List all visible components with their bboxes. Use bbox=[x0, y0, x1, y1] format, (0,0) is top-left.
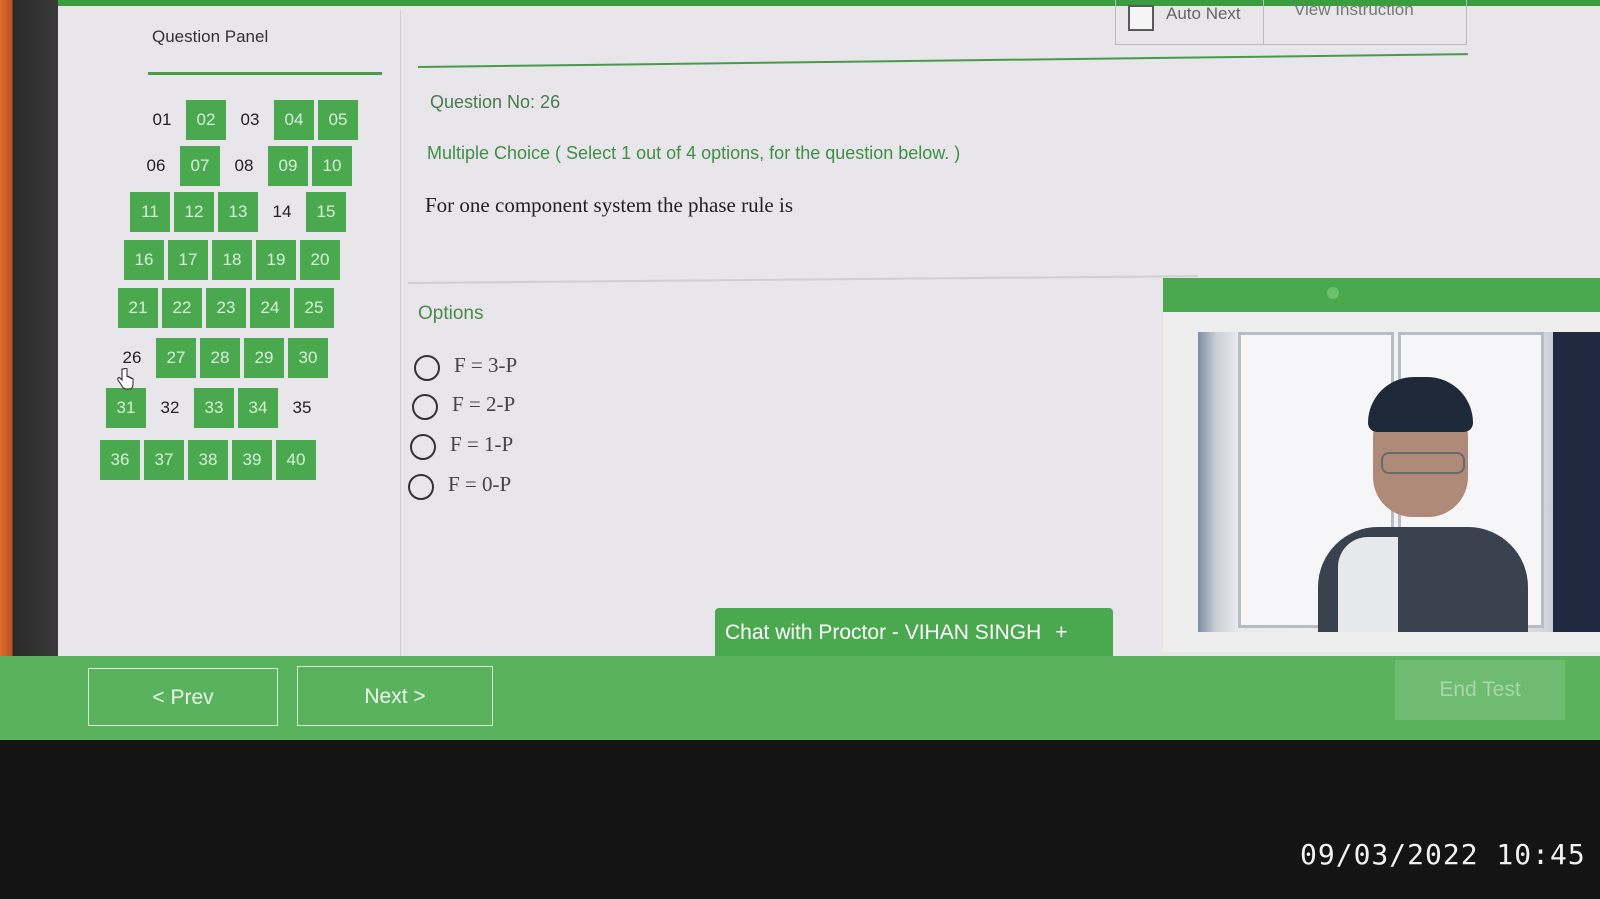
end-test-button[interactable]: End Test bbox=[1395, 660, 1565, 720]
question-nav-button[interactable]: 09 bbox=[268, 146, 308, 186]
question-nav-button[interactable]: 12 bbox=[174, 192, 214, 232]
auto-next-checkbox[interactable] bbox=[1128, 5, 1154, 31]
question-panel-title: Question Panel bbox=[152, 27, 269, 46]
header-control-divider bbox=[1263, 0, 1264, 44]
question-nav-button[interactable]: 18 bbox=[212, 240, 252, 280]
question-nav-button[interactable]: 13 bbox=[218, 192, 258, 232]
question-nav-button[interactable]: 29 bbox=[244, 338, 284, 378]
question-nav-button[interactable]: 25 bbox=[294, 288, 334, 328]
question-nav-button[interactable]: 15 bbox=[306, 192, 346, 232]
question-nav-button[interactable]: 34 bbox=[238, 388, 278, 428]
auto-next-label[interactable]: Auto Next bbox=[1166, 4, 1241, 24]
question-panel: Question Panel 01 02 03 04 05 06 07 08 09 10 11 12 1… bbox=[90, 10, 401, 660]
option-label[interactable]: F = 2-P bbox=[452, 392, 515, 417]
question-nav-button[interactable]: 27 bbox=[156, 338, 196, 378]
webcam-panel bbox=[1163, 312, 1600, 652]
photo-timestamp: 09/03/2022 10:45 bbox=[1300, 838, 1586, 871]
question-nav-button[interactable]: 22 bbox=[162, 288, 202, 328]
question-nav-button[interactable]: 10 bbox=[312, 146, 352, 186]
question-nav-button[interactable]: 01 bbox=[142, 100, 182, 140]
question-nav-button[interactable]: 16 bbox=[124, 240, 164, 280]
question-nav-button[interactable]: 04 bbox=[274, 100, 314, 140]
exam-screen: Question Panel 01 02 03 04 05 06 07 08 09 10 11 12 1… bbox=[0, 0, 1600, 740]
question-nav-button[interactable]: 06 bbox=[136, 146, 176, 186]
question-nav-button[interactable]: 14 bbox=[262, 192, 302, 232]
option-label[interactable]: F = 3-P bbox=[454, 353, 517, 378]
radio-icon[interactable] bbox=[410, 434, 436, 460]
question-nav-button[interactable]: 19 bbox=[256, 240, 296, 280]
question-nav-button[interactable]: 08 bbox=[224, 146, 264, 186]
question-number: Question No: 26 bbox=[430, 92, 561, 112]
option-label[interactable]: F = 1-P bbox=[450, 432, 513, 457]
options-title: Options bbox=[418, 303, 484, 324]
question-nav-button[interactable]: 35 bbox=[282, 388, 322, 428]
question-nav-button[interactable]: 37 bbox=[144, 440, 184, 480]
background-chair bbox=[1553, 332, 1600, 632]
hand-cursor-icon bbox=[117, 368, 134, 390]
question-nav-button[interactable]: 28 bbox=[200, 338, 240, 378]
question-nav-button[interactable]: 23 bbox=[206, 288, 246, 328]
question-nav-button[interactable]: 31 bbox=[106, 388, 146, 428]
question-separator bbox=[407, 275, 1198, 284]
webcam-handle-icon bbox=[1327, 287, 1339, 299]
webcam-video bbox=[1198, 332, 1600, 632]
question-nav-button[interactable]: 32 bbox=[150, 388, 190, 428]
question-nav-button[interactable]: 33 bbox=[194, 388, 234, 428]
question-nav-button[interactable]: 20 bbox=[300, 240, 340, 280]
question-nav-button[interactable]: 03 bbox=[230, 100, 270, 140]
question-text: For one component system the phase rule … bbox=[425, 193, 794, 217]
plus-icon[interactable]: + bbox=[1055, 621, 1067, 644]
question-nav-button[interactable]: 38 bbox=[188, 440, 228, 480]
question-nav-button[interactable]: 02 bbox=[186, 100, 226, 140]
question-nav-button[interactable]: 11 bbox=[130, 192, 170, 232]
chat-with-proctor-button[interactable]: Chat with Proctor - VIHAN SINGH + bbox=[715, 608, 1113, 656]
question-nav-button[interactable]: 39 bbox=[232, 440, 272, 480]
header-divider bbox=[417, 53, 1468, 68]
question-nav-button[interactable]: 07 bbox=[180, 146, 220, 186]
question-type: Multiple Choice ( Select 1 out of 4 opti… bbox=[427, 143, 961, 163]
radio-icon[interactable] bbox=[414, 355, 440, 381]
person-glasses bbox=[1381, 452, 1465, 474]
radio-icon[interactable] bbox=[412, 394, 438, 420]
footer-bar: < Prev Next > End Test bbox=[0, 656, 1600, 740]
next-button[interactable]: Next > bbox=[297, 666, 493, 726]
prev-button[interactable]: < Prev bbox=[88, 668, 278, 726]
monitor-bezel bbox=[0, 0, 58, 660]
question-nav-button[interactable]: 40 bbox=[276, 440, 316, 480]
question-nav-button[interactable]: 36 bbox=[100, 440, 140, 480]
radio-icon[interactable] bbox=[408, 474, 434, 500]
question-nav-button[interactable]: 17 bbox=[168, 240, 208, 280]
option-label[interactable]: F = 0-P bbox=[448, 472, 511, 497]
header-controls: Auto Next View Instruction bbox=[1115, 0, 1467, 45]
question-nav-button[interactable]: 21 bbox=[118, 288, 158, 328]
question-nav-button[interactable]: 24 bbox=[250, 288, 290, 328]
question-panel-divider bbox=[148, 72, 382, 75]
question-nav-button[interactable]: 05 bbox=[318, 100, 358, 140]
chat-label[interactable]: Chat with Proctor - VIHAN SINGH bbox=[725, 621, 1041, 644]
question-nav-button[interactable]: 30 bbox=[288, 338, 328, 378]
webcam-header[interactable] bbox=[1163, 278, 1600, 312]
person-collar bbox=[1338, 537, 1398, 632]
view-instruction-button[interactable]: View Instruction bbox=[1294, 0, 1414, 20]
